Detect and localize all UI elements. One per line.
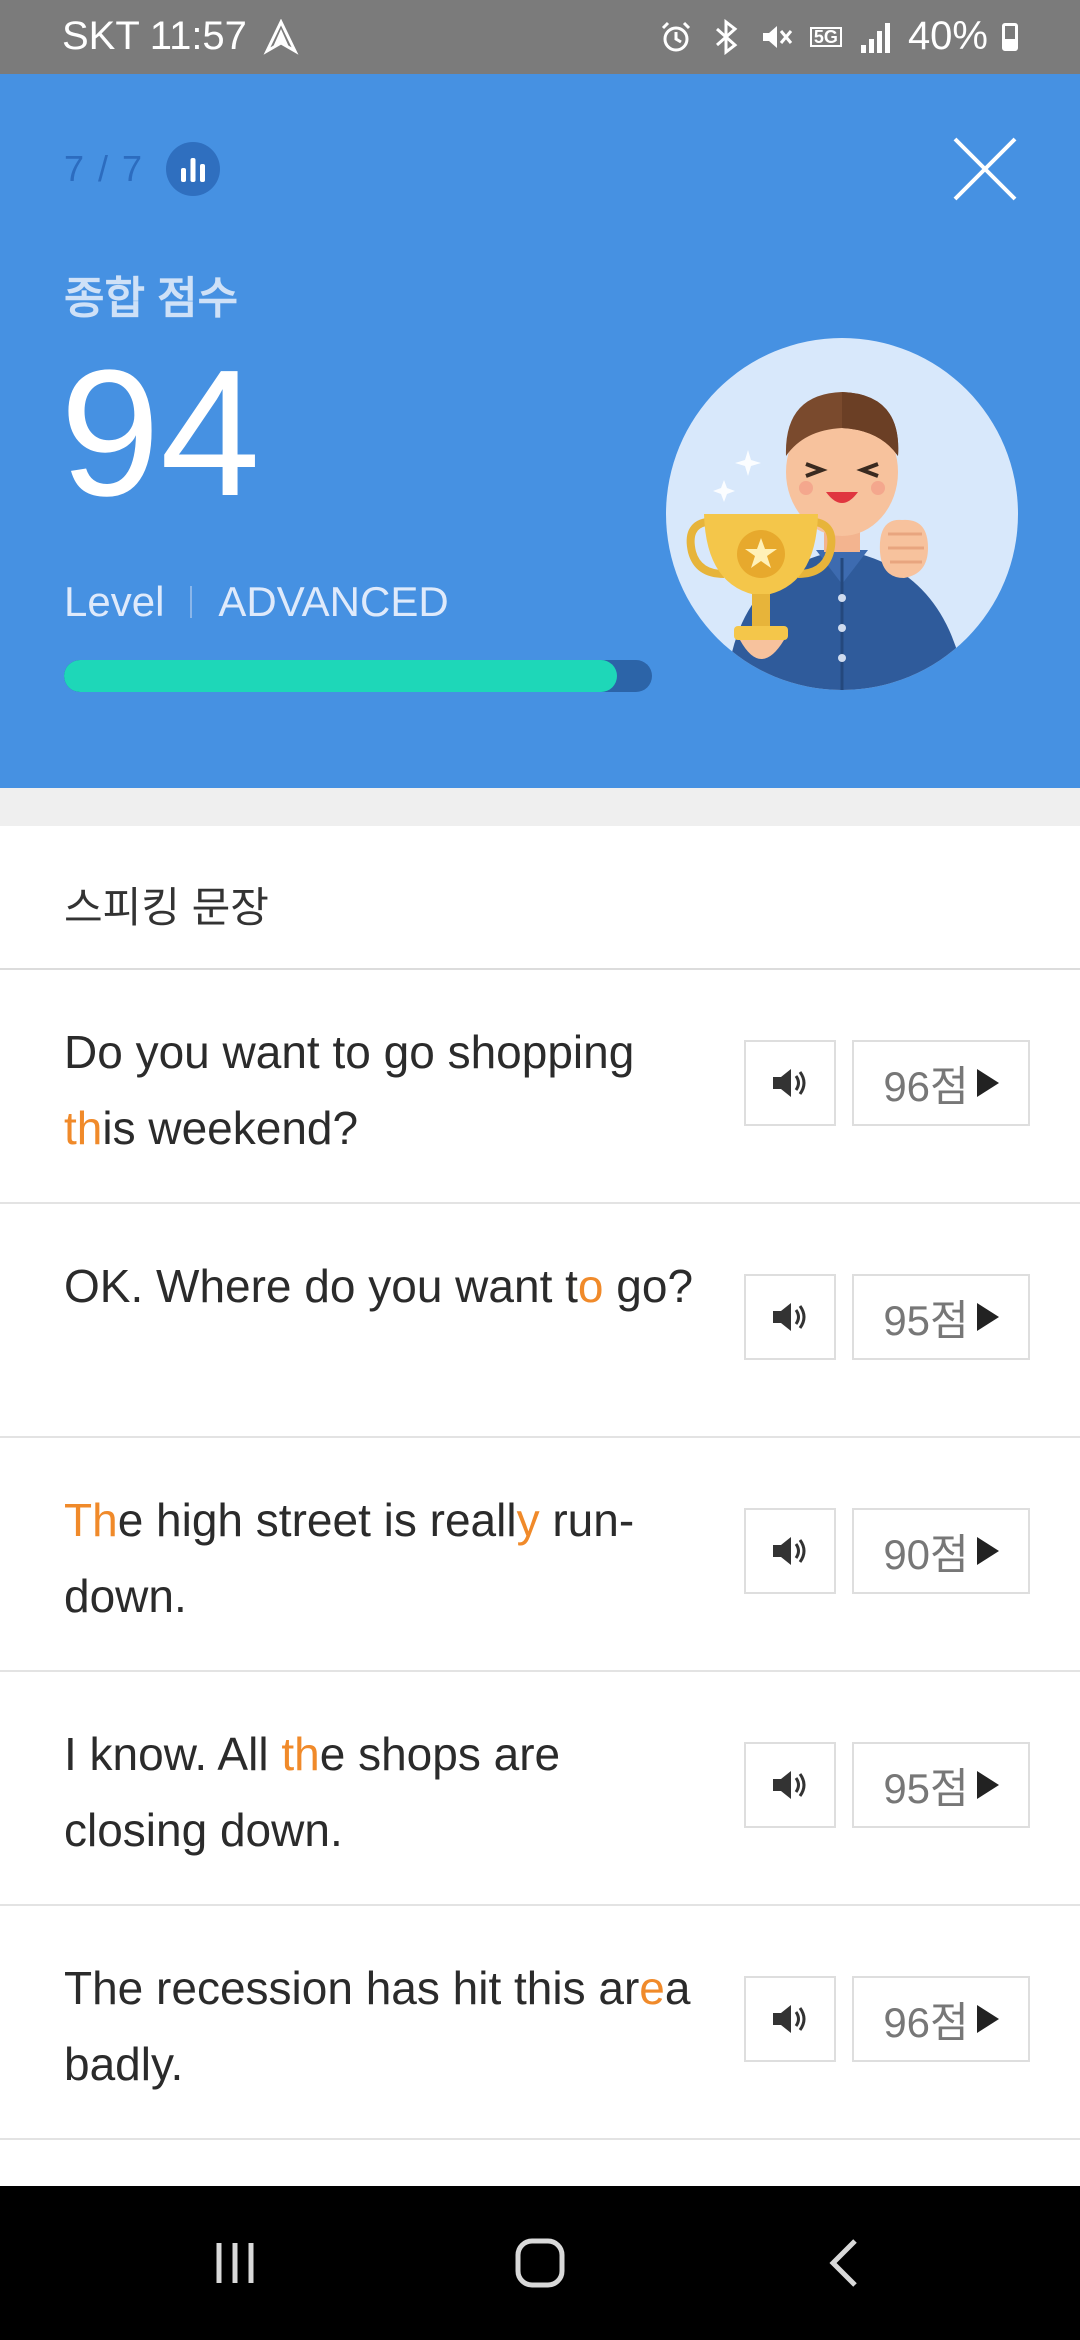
- sentence-segment: OK. Where do you want t: [64, 1260, 578, 1312]
- play-recording-button[interactable]: 95점: [852, 1742, 1030, 1828]
- level-label: Level: [64, 578, 165, 625]
- back-button[interactable]: [790, 2186, 900, 2340]
- sentence-row: The recession has hit this area badly. 96…: [0, 1906, 1080, 2140]
- signal-icon: [858, 17, 894, 57]
- sentence-text: Do you want to go shopping this weekend?: [64, 1014, 704, 1166]
- mute-icon: [758, 17, 794, 57]
- play-recording-button[interactable]: 90점: [852, 1508, 1030, 1594]
- sentence-segment: go?: [603, 1260, 694, 1312]
- level-progress-fill: [64, 660, 617, 692]
- sentence-score: 96점: [883, 1998, 969, 2046]
- home-button[interactable]: [480, 2186, 600, 2340]
- sentence-score: 96점: [883, 1062, 969, 1110]
- speaker-icon: [773, 2005, 806, 2033]
- sentence-segment: e high street is reall: [117, 1494, 517, 1546]
- home-icon: [515, 2238, 565, 2288]
- clock: 11:57: [149, 14, 247, 58]
- total-score: 94: [60, 333, 261, 534]
- network-label: 5G: [809, 26, 842, 47]
- total-score-label: 종합 점수: [64, 274, 239, 323]
- close-button[interactable]: [952, 136, 1018, 202]
- level-divider: [190, 586, 193, 618]
- sentence-segment: The recession has hit this ar: [64, 1962, 640, 2014]
- sentence-segment: is weekend?: [102, 1102, 359, 1154]
- navigation-arrow-icon: [263, 17, 299, 57]
- mispronounced-segment: o: [577, 1260, 604, 1312]
- sentence-text: I know. All the shops are closing down.: [64, 1716, 704, 1868]
- level-value: ADVANCED: [218, 578, 449, 625]
- system-navigation-bar: [0, 2186, 1080, 2340]
- sentence-row: I know. All the shops are closing down. 9…: [0, 1672, 1080, 1906]
- play-audio-button[interactable]: [744, 1508, 836, 1594]
- sentence-row: OK. Where do you want to go? 95점: [0, 1204, 1080, 1438]
- play-audio-button[interactable]: [744, 1040, 836, 1126]
- back-icon: [829, 2239, 857, 2287]
- section-title: 스피킹 문장: [64, 884, 269, 931]
- alarm-icon: [658, 17, 694, 57]
- sentence-score: 95점: [883, 1764, 969, 1812]
- sentence-row: The high street is really run-down. 90점: [0, 1438, 1080, 1672]
- battery-icon: [1002, 22, 1018, 51]
- bluetooth-icon: [708, 17, 744, 57]
- mispronounced-segment: y: [516, 1494, 540, 1546]
- carrier-label: SKT: [62, 14, 140, 58]
- speaker-icon: [773, 1069, 806, 1097]
- level-row: Level ADVANCED: [64, 578, 449, 626]
- mispronounced-segment: th: [281, 1728, 320, 1780]
- speaker-icon: [773, 1303, 806, 1331]
- trophy-character-illustration: [666, 338, 1018, 690]
- sentence-segment: Do you want to go shopping: [64, 1026, 635, 1078]
- play-icon: [976, 1537, 999, 1565]
- mispronounced-segment: e: [639, 1962, 665, 2014]
- section-divider: [0, 788, 1080, 826]
- play-audio-button[interactable]: [744, 1274, 836, 1360]
- status-bar: SKT 11:57 5G 40%: [0, 0, 1080, 74]
- sentence-text: OK. Where do you want to go?: [64, 1248, 704, 1324]
- network-5g-icon: 5G: [808, 17, 844, 57]
- progress-count: 7 / 7: [64, 148, 145, 189]
- speaker-icon: [773, 1771, 806, 1799]
- section-header: 스피킹 문장: [0, 826, 1080, 970]
- mispronounced-segment: th: [64, 1102, 103, 1154]
- play-recording-button[interactable]: 96점: [852, 1976, 1030, 2062]
- play-recording-button[interactable]: 96점: [852, 1040, 1030, 1126]
- speaker-icon: [773, 1537, 806, 1565]
- sentence-text: The recession has hit this area badly.: [64, 1950, 704, 2102]
- play-audio-button[interactable]: [744, 1742, 836, 1828]
- play-recording-button[interactable]: 95점: [852, 1274, 1030, 1360]
- sentence-score: 90점: [883, 1530, 969, 1578]
- battery-percent: 40%: [907, 14, 988, 58]
- recents-icon: [216, 2243, 254, 2283]
- sentence-segment: I know. All: [64, 1728, 282, 1780]
- mispronounced-segment: Th: [64, 1494, 118, 1546]
- play-audio-button[interactable]: [744, 1976, 836, 2062]
- play-icon: [976, 1771, 999, 1799]
- sentence-score: 95점: [883, 1296, 969, 1344]
- sentence-list: Do you want to go shopping this weekend?…: [0, 970, 1080, 2140]
- bar-chart-icon[interactable]: [166, 142, 220, 196]
- level-progress-bar: [64, 660, 652, 692]
- play-icon: [976, 2005, 999, 2033]
- play-icon: [976, 1303, 999, 1331]
- recents-button[interactable]: [180, 2186, 290, 2340]
- sentence-row: Do you want to go shopping this weekend?…: [0, 970, 1080, 1204]
- close-icon: [953, 137, 1017, 201]
- play-icon: [976, 1069, 999, 1097]
- sentence-text: The high street is really run-down.: [64, 1482, 704, 1634]
